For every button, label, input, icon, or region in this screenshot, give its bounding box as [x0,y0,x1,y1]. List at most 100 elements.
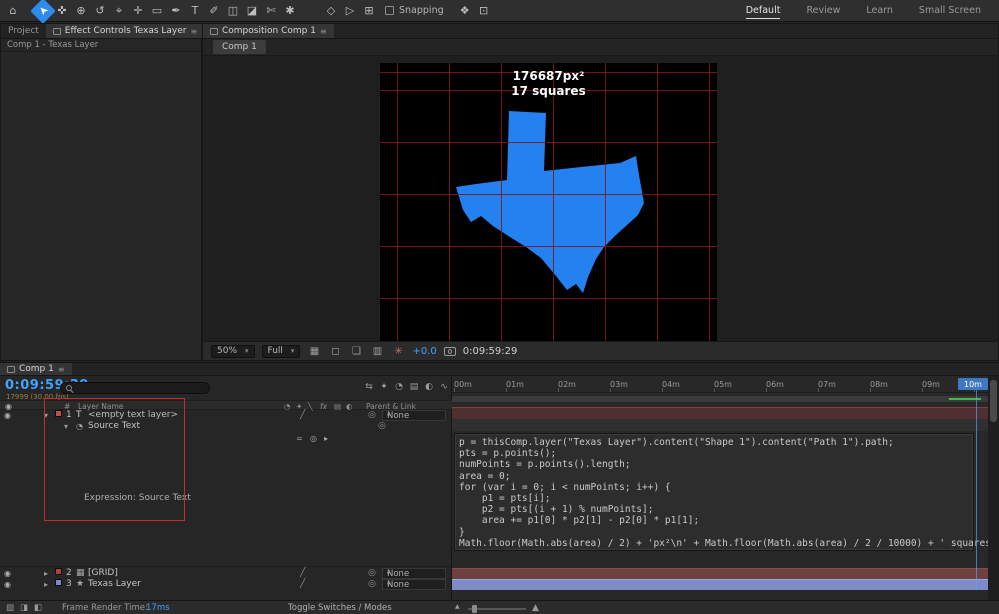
layer-2-duration-bar[interactable] [452,568,988,579]
camera-tool[interactable]: ⌖ [110,2,128,20]
playhead[interactable]: 10m [958,378,988,390]
workspace-review[interactable]: Review [806,3,840,18]
parent-dropdown[interactable]: None [382,410,446,421]
tab-timeline-comp1[interactable]: Comp 1 [0,363,72,375]
zoom-out-mountain-icon[interactable]: ▲ [455,603,460,610]
region-of-interest-icon[interactable]: ❏ [349,346,363,357]
hide-shy-icon[interactable]: ◔ [394,382,404,392]
parent-pickwhip-icon[interactable] [368,579,376,590]
toolbar-extra-icon-3[interactable]: ⊞ [360,2,378,20]
parent-pickwhip-icon[interactable] [368,568,376,579]
draft-3d-icon[interactable]: ✦ [379,382,389,392]
quality-switch[interactable]: ╱ [300,568,305,579]
eye-icon[interactable] [4,579,11,591]
timeline-zoom-thumb[interactable] [472,605,477,613]
comp-timecode[interactable]: 0:09:59:29 [463,346,518,357]
expression-editor[interactable]: p = thisComp.layer("Texas Layer").conten… [454,433,974,551]
expression-row[interactable]: = ◎ ▸ [0,433,452,444]
layer-row-2[interactable]: 2 ▦ [GRID] ╱ None [0,568,452,579]
grid-guides-icon[interactable]: ▦ [307,346,321,357]
parent-dropdown[interactable]: None [382,579,446,590]
snapping-option-icon-2[interactable]: ⊡ [475,2,493,20]
selection-tool[interactable]: ➤ [30,0,55,23]
tab-project[interactable]: Project [1,24,46,38]
playhead-line[interactable] [976,390,977,590]
twirl-open-icon[interactable] [64,421,68,433]
label-color-chip[interactable] [55,568,62,575]
label-color-chip[interactable] [55,410,62,417]
code-line: Math.floor(Math.abs(area) / 2) + 'px²\n'… [459,538,969,549]
property-pickwhip-icon[interactable] [378,421,386,432]
layer-name[interactable]: Texas Layer [88,579,141,590]
time-ruler[interactable]: 00m 01m 02m 03m 04m 05m 06m 07m 08m 09m [452,379,988,393]
transparency-grid-icon[interactable]: ▥ [370,346,384,357]
panel-menu-icon[interactable] [190,27,197,36]
scrollbar-thumb[interactable] [990,380,997,422]
mask-visibility-icon[interactable]: ◻ [328,346,342,357]
work-area-bar[interactable] [452,396,988,402]
expression-pickwhip-icon[interactable]: ◎ [310,433,317,444]
graph-editor-icon[interactable]: ∿ [439,382,449,392]
expression-label[interactable]: Expression: Source Text [84,493,191,503]
exposure-aperture-icon[interactable]: ✳ [391,346,405,357]
snapping-option-icon-1[interactable]: ❖ [456,2,474,20]
toolbar-extra-icon-1[interactable]: ◇ [322,2,340,20]
layer-3-duration-bar[interactable] [452,579,988,590]
toggle-switches-modes-button[interactable]: Toggle Switches / Modes [288,603,392,613]
brush-tool[interactable]: ✐ [205,2,223,20]
clone-stamp-tool[interactable]: ◫ [224,2,242,20]
timeline-search-input[interactable] [60,382,210,394]
layer-row-1[interactable]: 1 T <empty text layer> ╱ None [0,410,452,421]
comp-canvas[interactable]: 176687px² 17 squares [380,63,717,341]
stopwatch-icon[interactable] [76,421,83,433]
zoom-tool[interactable]: ⊕ [72,2,90,20]
parent-pickwhip-icon[interactable] [368,410,376,421]
workspace-learn[interactable]: Learn [866,3,893,18]
home-icon[interactable]: ⌂ [4,2,22,20]
snapping-checkbox[interactable] [385,6,394,15]
expression-menu-icon[interactable]: ▸ [324,433,328,444]
tab-effect-controls[interactable]: Effect Controls Texas Layer [46,24,204,38]
toggle-transfer-controls-icon[interactable]: ◨ [20,603,28,613]
layer-row-3[interactable]: 3 ★ Texas Layer ╱ None [0,579,452,590]
hand-tool[interactable]: ✜ [53,2,71,20]
quality-switch[interactable]: ╱ [300,410,305,421]
rotation-tool[interactable]: ↺ [91,2,109,20]
parent-dropdown[interactable]: None [382,568,446,579]
puppet-pin-tool[interactable]: ✱ [281,2,299,20]
snapshot-camera-icon[interactable] [444,347,456,356]
pan-behind-tool[interactable]: ✛ [129,2,147,20]
shape-tool[interactable]: ▭ [148,2,166,20]
label-color-chip[interactable] [55,579,62,586]
workspace-default[interactable]: Default [746,3,781,19]
panel-menu-icon[interactable] [320,27,327,36]
timeline-scrollbar[interactable] [988,376,999,601]
toggle-layer-switches-icon[interactable]: ▧ [6,603,14,613]
property-name[interactable]: Source Text [88,421,140,432]
layer-1-duration-bar[interactable] [452,407,988,419]
motion-blur-icon[interactable]: ◐ [424,382,434,392]
comp-chip[interactable]: Comp 1 [213,40,266,54]
layer-name[interactable]: [GRID] [88,568,118,579]
timeline-track-pane: 00m 01m 02m 03m 04m 05m 06m 07m 08m 09m … [452,376,988,601]
roto-brush-tool[interactable]: ✄ [262,2,280,20]
twirl-icon[interactable] [44,579,48,591]
exposure-value[interactable]: +0.0 [412,346,436,357]
panel-menu-icon[interactable] [58,365,65,374]
layer-name[interactable]: <empty text layer> [88,410,178,421]
workspace-small-screen[interactable]: Small Screen [919,3,981,18]
toggle-inout-panes-icon[interactable]: ◧ [34,603,42,613]
eraser-tool[interactable]: ◪ [243,2,261,20]
property-row-source-text[interactable]: Source Text [0,421,452,432]
magnification-dropdown[interactable]: 50% [211,345,255,358]
quality-switch[interactable]: ╱ [300,579,305,590]
zoom-in-mountain-icon[interactable]: ▲ [532,603,539,613]
type-tool[interactable]: T [186,2,204,20]
mini-flowchart-icon[interactable]: ⇆ [364,382,374,392]
frame-blending-icon[interactable]: ▤ [409,382,419,392]
tab-composition[interactable]: Composition Comp 1 [203,24,334,38]
pen-tool[interactable]: ✒ [167,2,185,20]
expression-enable-icon[interactable]: = [296,433,303,444]
resolution-dropdown[interactable]: Full [262,345,301,358]
toolbar-extra-icon-2[interactable]: ▷ [341,2,359,20]
